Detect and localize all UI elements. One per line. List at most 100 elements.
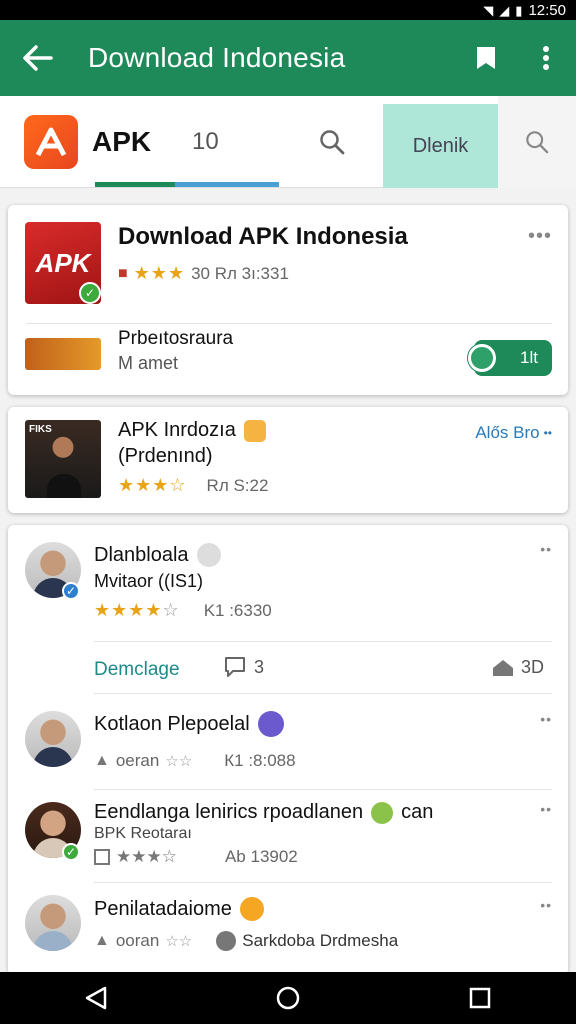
tab-count[interactable]: 10 — [192, 128, 292, 156]
divider — [94, 789, 552, 790]
app-icon-label: APK — [35, 247, 91, 278]
action-label: Alős Bro — [475, 423, 540, 442]
search-icon — [526, 131, 549, 154]
share-button[interactable]: 3D — [491, 656, 544, 678]
emoji-icon — [239, 897, 264, 921]
page-title: Download Indonesia — [88, 42, 346, 73]
video-action-link[interactable]: Alős Bro •• — [475, 423, 552, 443]
app-icon-apk: APK ✓ — [25, 222, 101, 304]
post-meta-row: ★★★☆ Ab 13902 — [94, 847, 298, 867]
post-author: Penilatadaiome — [94, 897, 232, 920]
post-author: Eendlanga lenirics rpoadlanen — [94, 801, 364, 823]
search-tab-button[interactable] — [498, 96, 576, 188]
card-menu-button[interactable]: ••• — [528, 225, 552, 248]
post-subtitle: Mvitaor ((IS1) — [94, 571, 204, 591]
avatar-shirt — [33, 747, 73, 767]
comment-icon — [225, 657, 245, 677]
video-meta: Rл S:22 — [206, 475, 269, 495]
gift-icon: ■ — [118, 264, 128, 282]
thumbnail-label: FIKS — [29, 424, 52, 435]
rating-stars: ★★★★☆ — [94, 600, 180, 620]
search-button[interactable] — [292, 129, 372, 155]
sub-title: Prbeıtosraura — [118, 328, 234, 349]
share-icon — [492, 660, 513, 676]
share-count: 3D — [520, 656, 544, 677]
post-menu-button[interactable]: •• — [540, 801, 552, 817]
tab-indicator — [95, 182, 279, 187]
comment-count: 3 — [254, 656, 265, 677]
toggle-knob — [468, 344, 496, 372]
mini-avatar — [216, 931, 237, 951]
post-menu-button[interactable]: •• — [540, 541, 552, 557]
post-meta: Ab 13902 — [224, 847, 298, 866]
sub-meta: M amet — [118, 353, 179, 373]
back-nav-icon[interactable] — [83, 985, 109, 1011]
verified-badge-icon: ✓ — [79, 282, 101, 304]
checkbox-icon — [94, 849, 110, 865]
post-meta-row: ★★★★☆ K1 :6330 — [94, 600, 272, 621]
emoji-icon — [371, 801, 394, 824]
tab-bar: APK 10 Dlenik — [0, 96, 576, 188]
status-time: 12:50 — [528, 1, 566, 19]
bookmark-icon — [477, 47, 495, 69]
thumbs-up-icon: ▲ — [94, 932, 110, 949]
badge-icon — [257, 711, 284, 737]
apk-logo-icon — [35, 127, 67, 156]
tab-brand[interactable]: APK — [92, 126, 192, 158]
wifi-icon: ◥ — [483, 2, 494, 18]
app-rating-row: ■ ★★★ 30 Rл 3ı:331 — [118, 263, 289, 284]
back-button[interactable] — [0, 20, 76, 96]
post-menu-button[interactable]: •• — [540, 897, 552, 913]
home-nav-icon[interactable] — [275, 985, 301, 1011]
post-header: Eendlanga lenirics rpoadlanen can — [94, 801, 433, 824]
overflow-menu-button[interactable] — [516, 20, 576, 96]
avatar-shirt — [33, 931, 73, 951]
bookmark-button[interactable] — [456, 20, 516, 96]
download-link[interactable]: Demclage — [94, 659, 180, 681]
avatar[interactable] — [25, 895, 81, 951]
feed-card: ✓ Dlanbloala Mvitaor ((IS1) ★★★★☆ K1 :63… — [8, 525, 568, 975]
divider — [94, 882, 552, 883]
promo-banner — [25, 338, 101, 370]
post-author: Kotlaon Plepoelal — [94, 712, 250, 735]
app-card-video[interactable]: FIKS APK Inrdozıa (Prdenınd) ★★★☆ Rл S:2… — [8, 407, 568, 513]
verified-badge-icon: ✓ — [62, 843, 80, 861]
apk-logo — [24, 114, 78, 169]
globe-icon — [196, 543, 221, 567]
system-nav-bar — [0, 972, 576, 1024]
post-author: Dlanbloala — [94, 543, 189, 566]
install-toggle[interactable]: 1lt — [468, 340, 552, 376]
status-bar: ◥ ◢ ▮ 12:50 — [0, 0, 576, 20]
thumbnail-shirt — [47, 474, 81, 498]
avatar[interactable] — [25, 711, 81, 767]
tab-active[interactable]: Dlenik — [383, 104, 498, 188]
divider — [26, 323, 552, 324]
more-horizontal-icon: •• — [543, 426, 552, 440]
rating-stars: ★★★ — [133, 263, 186, 283]
divider — [94, 693, 552, 694]
post-author-suffix: can — [401, 801, 434, 823]
app-title: Download APK Indonesia — [118, 223, 408, 250]
post-header: Dlanbloala — [94, 543, 221, 567]
recents-nav-icon[interactable] — [467, 985, 493, 1011]
post-meta: Sarkdoba Drdmesha — [242, 931, 399, 950]
video-thumbnail[interactable]: FIKS — [25, 420, 101, 498]
video-title: APK Inrdozıa — [118, 419, 236, 441]
app-card-featured[interactable]: APK ✓ Download APK Indonesia ••• ■ ★★★ 3… — [8, 205, 568, 395]
app-bar: Download Indonesia — [0, 20, 576, 96]
post-header: Kotlaon Plepoelal — [94, 711, 284, 737]
rating-stars: ★★★☆ — [116, 847, 177, 866]
more-vertical-icon — [543, 46, 549, 70]
divider — [94, 641, 552, 642]
post-meta-row: ▲ oeran ☆☆ К1 :8:088 — [94, 751, 296, 771]
app-meta: 30 Rл 3ı:331 — [191, 263, 289, 283]
post-menu-button[interactable]: •• — [540, 711, 552, 727]
post-meta: oeran — [115, 751, 160, 770]
comments-button[interactable]: 3 — [224, 656, 264, 678]
post-meta: К1 :8:088 — [224, 751, 296, 770]
post-subtitle: BPK Reotaraı — [94, 825, 192, 842]
emoji-icon — [243, 419, 266, 442]
arrow-left-icon — [23, 45, 53, 71]
battery-icon: ▮ — [515, 2, 523, 18]
verified-badge-icon: ✓ — [62, 582, 80, 600]
